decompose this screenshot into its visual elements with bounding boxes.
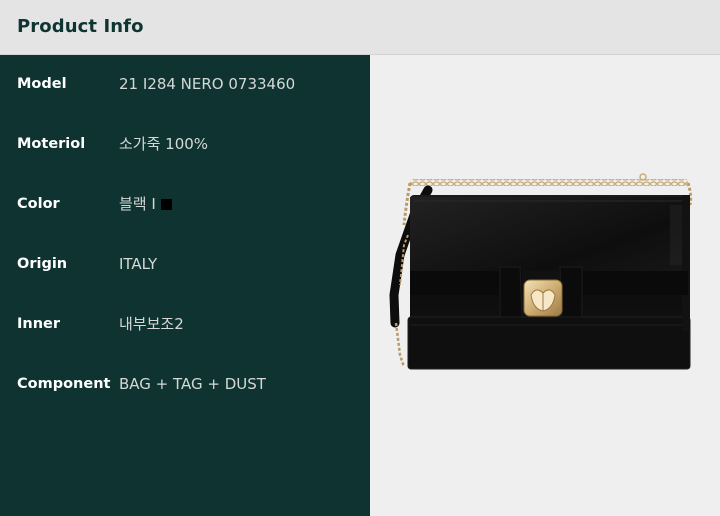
info-row-origin: Origin ITALY <box>0 249 370 279</box>
info-value: 21 I284 NERO 0733460 <box>119 75 296 93</box>
info-value: 소가죽 100% <box>119 135 209 153</box>
page-title: Product Info <box>17 16 144 37</box>
info-row-material: Moteriol 소가죽 100% <box>0 129 370 159</box>
info-row-inner: Inner 내부보조2 <box>0 309 370 339</box>
product-image <box>389 173 693 370</box>
info-label: Moteriol <box>17 136 86 152</box>
header-bar: Product Info <box>0 0 720 55</box>
info-row-component: Component BAG + TAG + DUST <box>0 369 370 399</box>
gold-buckle-icon <box>523 279 563 317</box>
info-label: Component <box>17 376 111 392</box>
product-image-panel <box>370 55 720 516</box>
info-label: Inner <box>17 316 61 332</box>
info-row-model: Model 21 I284 NERO 0733460 <box>0 69 370 99</box>
info-value-color: 블랙 I <box>119 189 172 219</box>
info-row-color: Color 블랙 I <box>0 189 370 219</box>
info-value: 내부보조2 <box>119 315 184 333</box>
info-label: Model <box>17 76 67 92</box>
color-name: 블랙 I <box>119 195 156 213</box>
chain-strap <box>410 179 688 186</box>
info-value: ITALY <box>119 255 158 273</box>
info-value: BAG + TAG + DUST <box>119 375 266 393</box>
info-label: Color <box>17 196 60 212</box>
color-swatch <box>160 199 172 210</box>
product-info-panel: Model 21 I284 NERO 0733460 Moteriol 소가죽 … <box>0 55 370 516</box>
info-label: Origin <box>17 256 68 272</box>
